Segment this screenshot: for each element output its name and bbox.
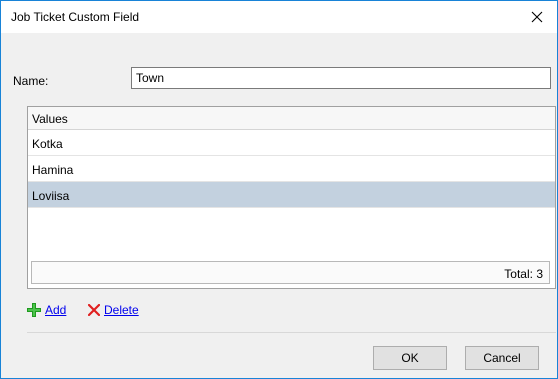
delete-link[interactable]: Delete [104,303,139,317]
dialog-window: Job Ticket Custom Field Name: Values Kot… [0,0,558,379]
name-input[interactable] [131,67,551,89]
grid-cell: Loviisa [32,189,70,203]
cancel-button[interactable]: Cancel [465,346,539,370]
separator [27,332,556,333]
grid-cell: Hamina [32,163,74,177]
close-button[interactable] [517,1,557,33]
window-title: Job Ticket Custom Field [11,10,140,24]
grid-footer-total: Total: 3 [31,261,550,284]
column-header-values[interactable]: Values [28,107,555,130]
add-link[interactable]: Add [45,303,66,317]
green-plus-icon [27,303,41,317]
name-label: Name: [13,74,49,88]
close-icon [531,11,543,23]
delete-action[interactable]: Delete [88,303,139,317]
title-bar: Job Ticket Custom Field [1,1,557,33]
grid-row-hamina[interactable]: Hamina [28,156,555,182]
grid-cell: Kotka [32,137,63,151]
grid-row-kotka[interactable]: Kotka [28,130,555,156]
grid-row-loviisa[interactable]: Loviisa [28,182,555,208]
add-action[interactable]: Add [27,303,66,317]
red-x-icon [88,304,100,316]
ok-button[interactable]: OK [373,346,447,370]
total-count: Total: 3 [504,267,543,281]
values-grid: Values Kotka Hamina Loviisa Total: 3 [27,106,556,289]
